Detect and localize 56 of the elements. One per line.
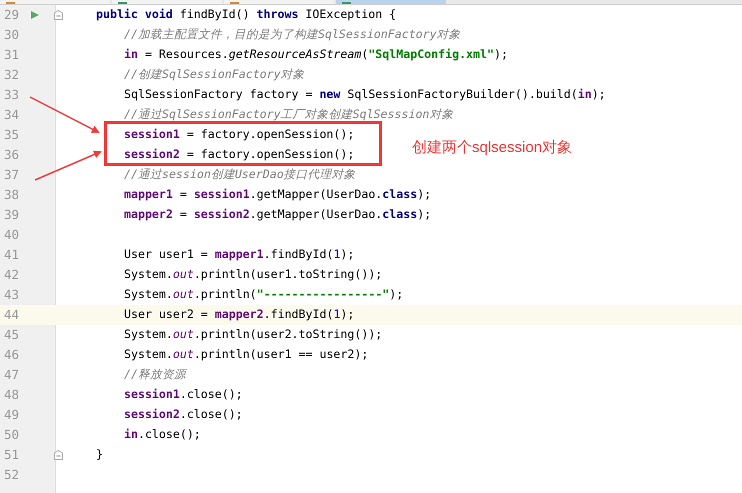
line-number: 52: [4, 466, 20, 484]
code-line: User user2 = mapper2.findById(1);: [124, 306, 354, 324]
code-line: User user1 = mapper1.findById(1);: [124, 246, 354, 264]
arrow: [34, 150, 102, 181]
line-number: 48: [4, 386, 20, 404]
code-line: public void findById() throws IOException {: [96, 6, 396, 24]
code-line: mapper1 = session1.getMapper(UserDao.class);: [124, 186, 432, 204]
code-line: //释放资源: [124, 366, 186, 384]
code-line: //创建SqlSessionFactory对象: [124, 66, 305, 84]
run-icon[interactable]: [30, 10, 40, 20]
code-line: SqlSessionFactory factory = new SqlSessionFactoryBuilder().build(in);: [124, 86, 606, 104]
code-line: System.out.println(user2.toString());: [124, 326, 382, 344]
code-line: in = Resources.getResourceAsStream("SqlMapConfig.xml");: [124, 46, 508, 64]
line-number: 37: [4, 166, 20, 184]
line-number: 39: [4, 206, 20, 224]
line-number: 50: [4, 426, 20, 444]
code-line: }: [96, 446, 103, 464]
line-number: 51: [4, 446, 20, 464]
code-line: session2 = factory.openSession();: [124, 146, 354, 164]
line-number: 29: [4, 6, 20, 24]
code-line: session1 = factory.openSession();: [124, 126, 354, 144]
code-line: session2.close();: [124, 406, 243, 424]
line-number: 35: [4, 126, 20, 144]
editor-tab[interactable]: [336, 0, 446, 4]
line-number: 43: [4, 286, 20, 304]
code-line: in.close();: [124, 426, 201, 444]
line-number: 45: [4, 326, 20, 344]
code-line: //通过SqlSessionFactory工厂对象创建SqlSesssion对象: [124, 106, 454, 124]
code-line: session1.close();: [124, 386, 243, 404]
code-line: //加载主配置文件，目的是为了构建SqlSessionFactory对象: [124, 26, 461, 44]
line-number: 30: [4, 26, 20, 44]
code-line: //通过session创建UserDao接口代理对象: [124, 166, 356, 184]
line-number: 42: [4, 266, 20, 284]
line-number: 49: [4, 406, 20, 424]
annotation-text: 创建两个sqlsession对象: [412, 138, 572, 158]
line-number: 44: [4, 306, 20, 324]
line-number: 31: [4, 46, 20, 64]
fold-marker-icon[interactable]: [54, 450, 62, 460]
line-number: 41: [4, 246, 20, 264]
code-line: System.out.println(user1.toString());: [124, 266, 382, 284]
line-number: 47: [4, 366, 20, 384]
line-number: 33: [4, 86, 20, 104]
code-line: System.out.println("-----------------");: [124, 286, 404, 304]
arrow: [30, 96, 100, 133]
line-number: 38: [4, 186, 20, 204]
editor-tab[interactable]: [0, 0, 110, 4]
code-line: mapper2 = session2.getMapper(UserDao.class);: [124, 206, 432, 224]
line-number: 46: [4, 346, 20, 364]
editor-tab[interactable]: [112, 0, 222, 4]
line-number: 32: [4, 66, 20, 84]
code-line: System.out.println(user1 == user2);: [124, 346, 368, 364]
line-number: 34: [4, 106, 20, 124]
fold-marker-icon[interactable]: [54, 10, 62, 20]
line-number: 36: [4, 146, 20, 164]
line-number: 40: [4, 226, 20, 244]
editor-tab[interactable]: [224, 0, 334, 4]
